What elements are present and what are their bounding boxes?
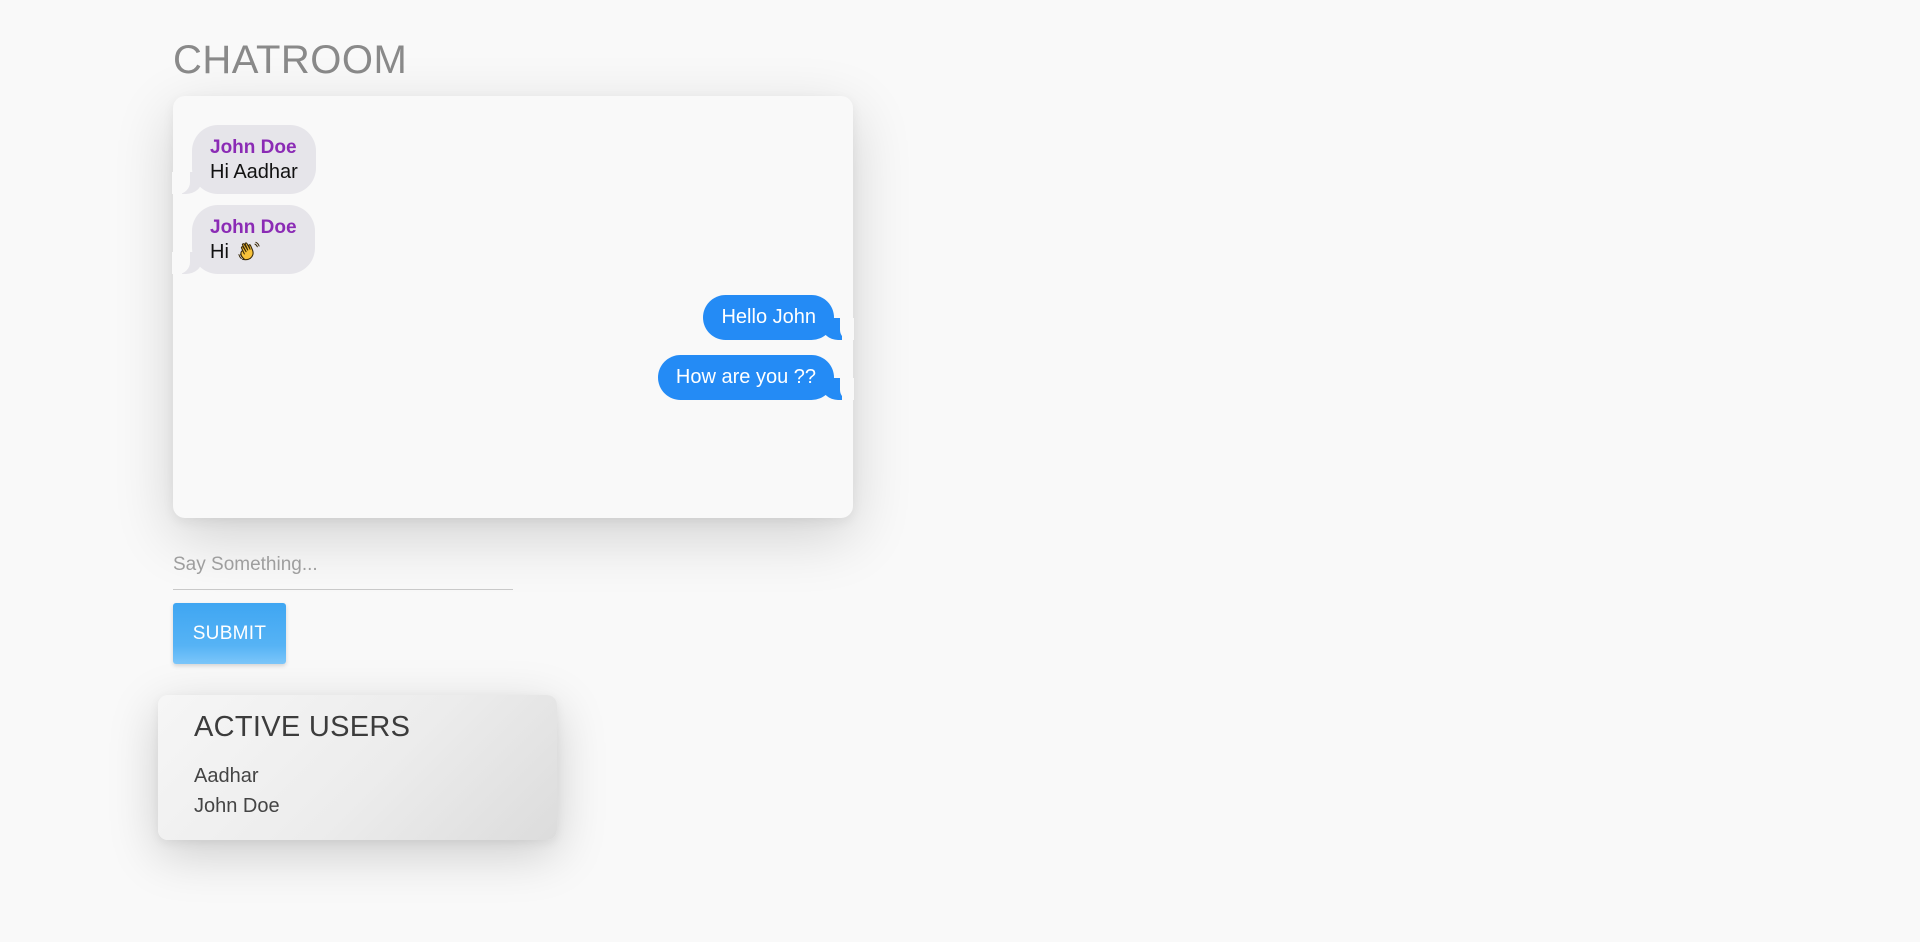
chatroom-page: CHATROOM John Doe Hi Aadhar John Doe Hi bbox=[0, 0, 1920, 942]
active-users-title: ACTIVE USERS bbox=[194, 711, 411, 743]
active-users-list: Aadhar John Doe bbox=[194, 761, 280, 821]
message-sender: John Doe bbox=[210, 137, 297, 158]
message-incoming: John Doe Hi Aadhar bbox=[172, 125, 316, 194]
message-bubble: John Doe Hi bbox=[172, 205, 315, 274]
submit-button[interactable]: SUBMIT bbox=[173, 603, 286, 664]
waving-hand-icon bbox=[238, 241, 261, 261]
message-input[interactable] bbox=[173, 545, 513, 585]
message-bubble: How are you ?? bbox=[657, 355, 854, 400]
message-outgoing: How are you ?? bbox=[657, 355, 854, 400]
message-text: Hi Aadhar bbox=[210, 161, 298, 183]
active-user-item: Aadhar bbox=[194, 765, 259, 787]
active-users-card: ACTIVE USERS Aadhar John Doe bbox=[158, 695, 557, 840]
message-bubble: Hello John bbox=[703, 295, 854, 340]
message-outgoing: Hello John bbox=[703, 295, 854, 340]
message-bubble: John Doe Hi Aadhar bbox=[172, 125, 316, 194]
message-text: How are you ?? bbox=[675, 366, 816, 388]
message-incoming: John Doe Hi bbox=[172, 205, 315, 274]
message-sender: John Doe bbox=[210, 217, 297, 238]
message-input-container bbox=[173, 545, 513, 590]
message-text: Hello John bbox=[721, 306, 816, 328]
active-user-item: John Doe bbox=[194, 795, 280, 817]
page-title: CHATROOM bbox=[173, 38, 408, 82]
chat-messages-panel[interactable]: John Doe Hi Aadhar John Doe Hi Hello Joh… bbox=[172, 96, 854, 518]
message-text: Hi bbox=[210, 241, 229, 263]
